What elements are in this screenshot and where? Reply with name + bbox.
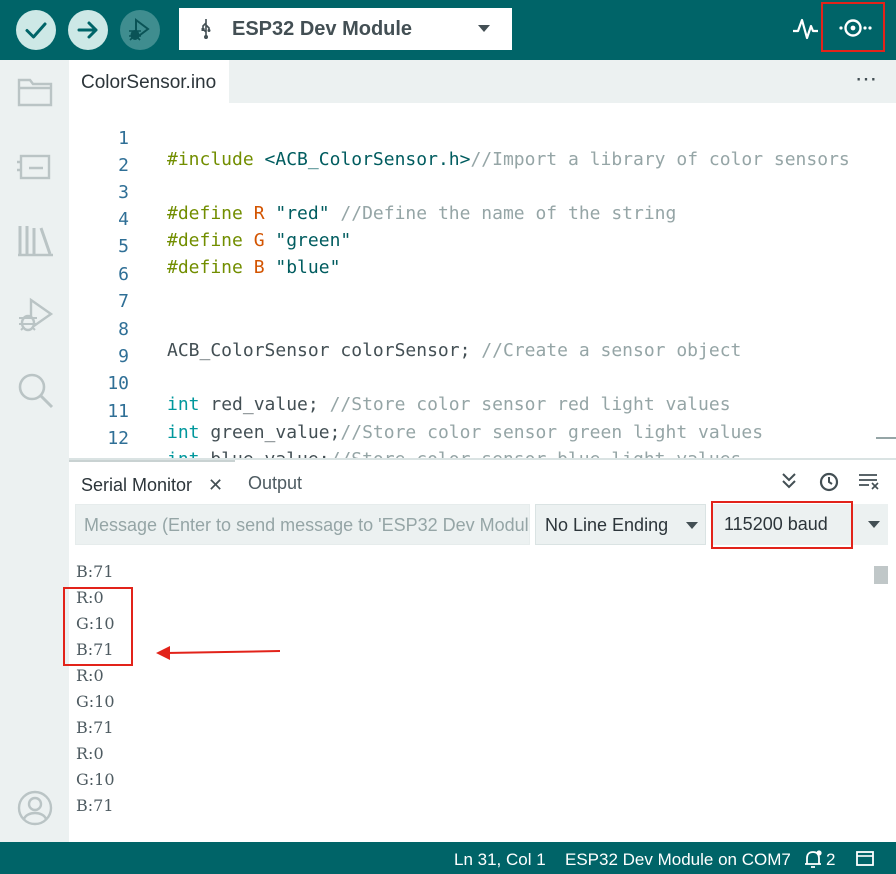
line-ending-value: No Line Ending (545, 515, 669, 535)
verify-button[interactable] (16, 10, 56, 50)
board-port-status[interactable]: ESP32 Dev Module on COM7 (565, 850, 791, 870)
cursor-position[interactable]: Ln 31, Col 1 (454, 850, 546, 870)
highlight-box-baud (711, 501, 853, 549)
tab-output[interactable]: Output (248, 473, 302, 494)
upload-button[interactable] (68, 10, 108, 50)
tab-colorsensor[interactable]: ColorSensor.ino (69, 60, 229, 103)
more-options-button[interactable]: ⋯ (855, 66, 878, 92)
code-line: 10 int red_value; //Store color sensor r… (69, 352, 896, 415)
serial-plotter-button[interactable] (791, 14, 819, 47)
top-toolbar: ESP32 Dev Module (0, 0, 896, 60)
output-scrollbar[interactable] (874, 566, 888, 584)
bell-icon[interactable] (803, 849, 823, 869)
account-icon[interactable] (17, 790, 53, 826)
tab-serial-monitor-label: Serial Monitor (81, 475, 193, 495)
pulse-icon (793, 18, 818, 40)
panel-tab-bar: Serial Monitor ✕ Output (69, 460, 896, 502)
sidebar (0, 60, 69, 842)
editor-scroll-marker[interactable] (876, 437, 896, 439)
clear-output-icon[interactable] (858, 472, 880, 490)
debug-icon (129, 18, 150, 41)
output-line: R:0 (76, 744, 104, 763)
code-line: 8 ACB_ColorSensor colorSensor; //Create … (69, 298, 896, 361)
code-line: 5 #define B "blue" (69, 215, 896, 278)
notification-count: 2 (826, 850, 836, 869)
line-ending-select[interactable]: No Line Ending (535, 504, 706, 545)
highlight-box-output (63, 587, 133, 666)
clock-icon[interactable] (819, 472, 839, 492)
code-line: 3 #define R "red" //Define the name of t… (69, 161, 896, 224)
arrow-right-icon (77, 21, 98, 39)
message-input[interactable]: Message (Enter to send message to 'ESP32… (75, 504, 530, 545)
status-bar: Ln 31, Col 1 ESP32 Dev Module on COM7 2 (0, 842, 896, 874)
panel-toggle-icon[interactable] (856, 851, 874, 866)
serial-output: B:71 R:0 G:10 B:71 R:0 G:10 B:71 R:0 G:1… (69, 552, 896, 842)
search-icon[interactable] (17, 372, 55, 410)
code-line: 12 int blue_value;//Store color sensor b… (69, 407, 896, 458)
chevron-down-icon (478, 25, 490, 32)
arrow-left-icon (156, 646, 281, 660)
output-line: B:71 (76, 718, 114, 737)
code-line: 11 int green_value;//Store color sensor … (69, 380, 896, 443)
code-line: 1 #include <ACB_ColorSensor.h>//Import a… (69, 107, 896, 170)
board-name: ESP32 Dev Module (232, 18, 413, 40)
code-editor[interactable]: 1 #include <ACB_ColorSensor.h>//Import a… (69, 103, 896, 458)
code-line: 4 #define G "green" (69, 188, 896, 251)
board-selector[interactable]: ESP32 Dev Module (179, 8, 512, 50)
tab-serial-monitor[interactable]: Serial Monitor ✕ (69, 460, 235, 502)
debug-button[interactable] (120, 10, 160, 50)
chevron-down-icon (868, 521, 880, 528)
code-line: 13 (69, 435, 896, 458)
folder-icon[interactable] (17, 76, 53, 108)
code-line: 7 (69, 270, 896, 312)
library-icon[interactable] (17, 222, 55, 258)
editor-tab-bar: ColorSensor.ino ⋯ (69, 60, 896, 103)
code-line: 9 (69, 325, 896, 367)
board-icon[interactable] (17, 150, 53, 184)
magnifier-dots-icon (839, 19, 872, 37)
output-line: G:10 (76, 692, 115, 711)
check-icon (25, 22, 47, 39)
close-icon[interactable]: ✕ (208, 475, 223, 496)
debug-icon[interactable] (17, 296, 55, 334)
tab-label: ColorSensor.ino (81, 72, 217, 93)
usb-icon (201, 19, 211, 39)
output-line: R:0 (76, 666, 104, 685)
serial-monitor-button[interactable] (821, 2, 885, 52)
output-line: G:10 (76, 770, 115, 789)
autoscroll-icon[interactable] (780, 472, 798, 490)
chevron-down-icon (686, 522, 698, 529)
output-line: B:71 (76, 796, 114, 815)
output-line: B:71 (76, 562, 114, 581)
code-line: 2 (69, 134, 896, 176)
code-line: 6 (69, 243, 896, 285)
